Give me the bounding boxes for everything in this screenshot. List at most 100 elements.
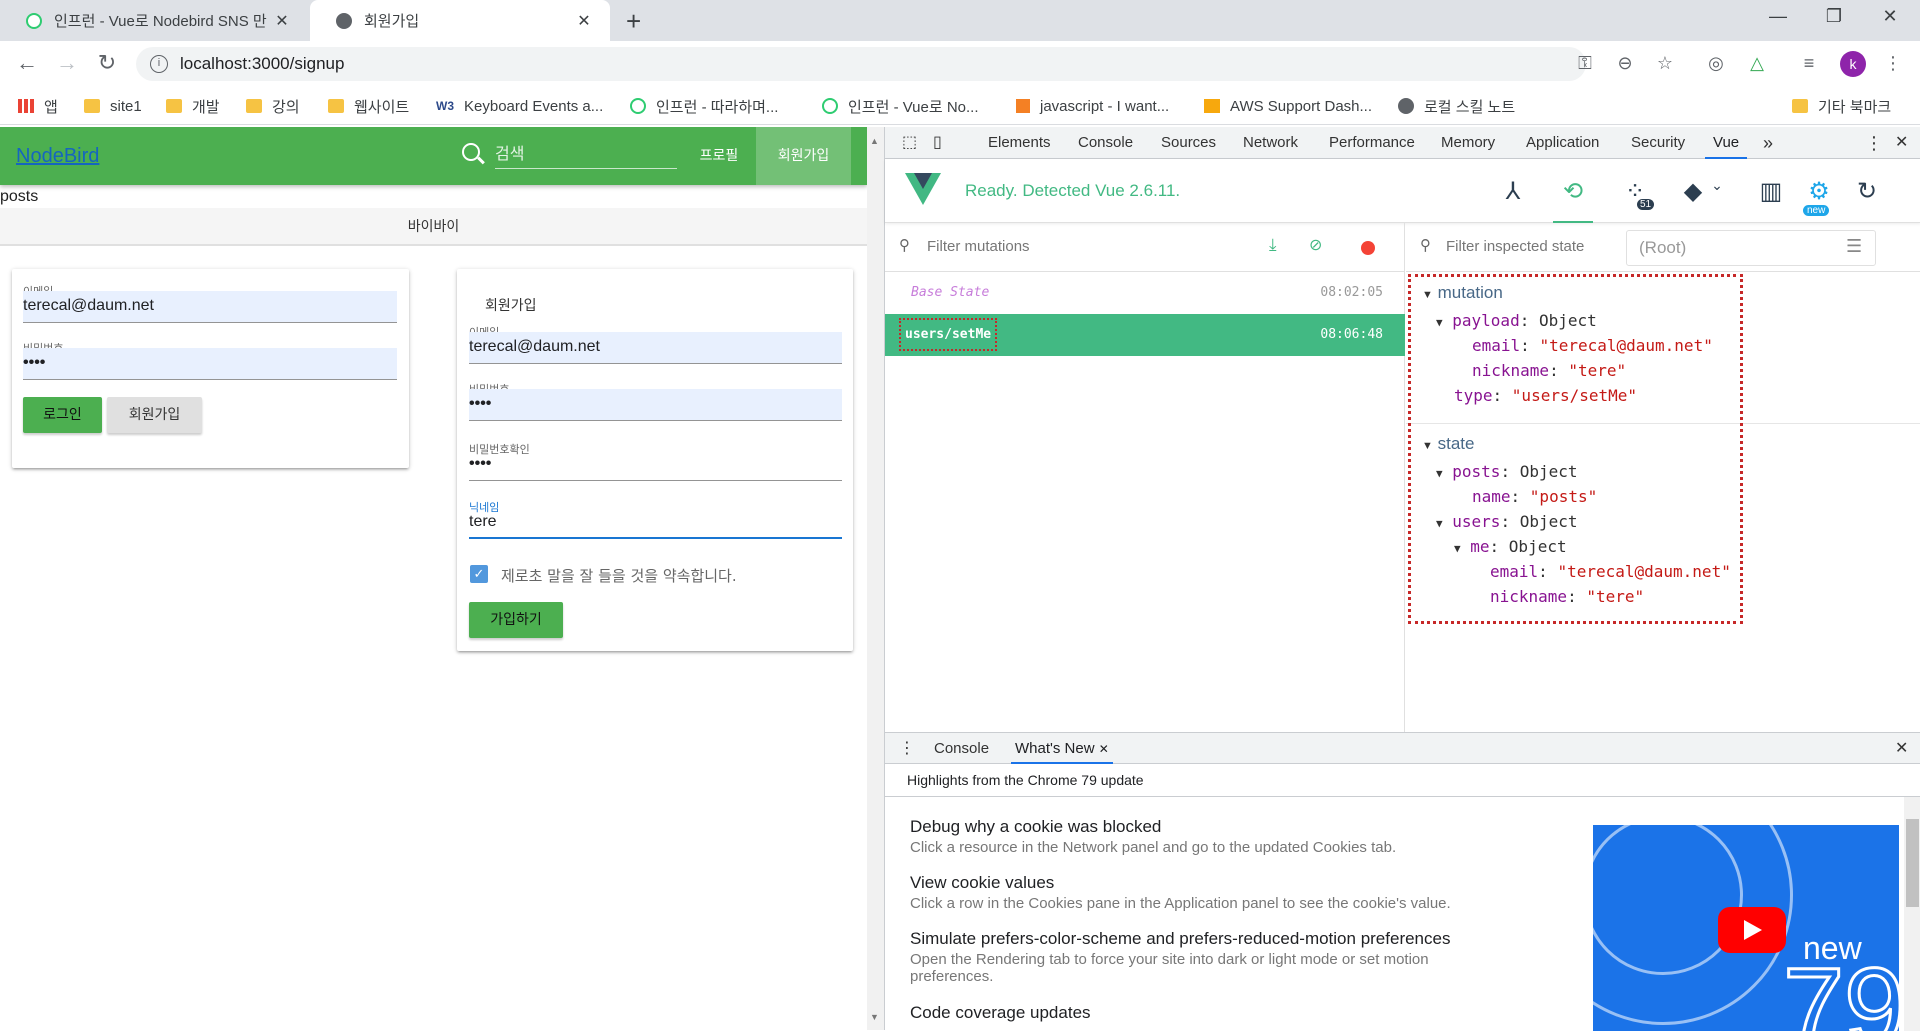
inspect-element-icon[interactable]: ⬚ [902,127,917,159]
login-email-field[interactable]: terecal@daum.net [23,291,397,323]
bookmark-other[interactable]: 기타 북마크 [1792,87,1891,125]
password-check-field[interactable]: •••• [469,449,842,481]
browser-tab-inflearn[interactable]: 인프런 - Vue로 Nodebird SNS 만 ✕ [0,0,308,41]
vuex-history-icon[interactable]: ⟲ [1553,177,1593,223]
star-icon[interactable]: ☆ [1652,53,1678,74]
nav-profile-button[interactable]: 프로필 [684,127,754,185]
signup-email-field[interactable]: terecal@daum.net [469,332,842,364]
more-tabs-icon[interactable]: » [1763,127,1773,159]
menu-icon[interactable]: ⋮ [1880,53,1906,74]
close-window-icon[interactable]: ✕ [1870,6,1910,27]
bookmark-link[interactable]: AWS Support Dash... [1204,87,1372,125]
record-icon[interactable] [1361,241,1375,255]
signup-button[interactable]: 회원가입 [107,397,202,433]
close-devtools-icon[interactable]: ✕ [1895,127,1908,159]
clear-icon[interactable]: ⊘ [1309,235,1322,255]
devtools-menu-icon[interactable]: ⋮ [1865,127,1883,159]
performance-icon[interactable]: ▥ [1751,177,1791,206]
download-icon[interactable]: ⤓ [1269,235,1277,255]
close-tab-icon[interactable]: ✕ [572,11,596,31]
device-toolbar-icon[interactable]: ▯ [933,127,942,159]
tab-sources[interactable]: Sources [1161,127,1216,159]
restore-icon[interactable]: ❐ [1814,6,1854,27]
address-bar[interactable]: i localhost:3000/signup [136,47,1586,81]
refresh-icon[interactable]: ↻ [1847,177,1887,206]
submit-signup-button[interactable]: 가입하기 [469,602,563,638]
page-scrollbar[interactable]: ▲ ▼ [867,127,884,1030]
mutation-row-base[interactable]: Base State 08:02:05 [885,272,1405,314]
tab-performance[interactable]: Performance [1329,127,1415,159]
tab-security[interactable]: Security [1631,127,1685,159]
bookmark-link[interactable]: 인프런 - Vue로 No... [822,87,979,125]
close-drawer-icon[interactable]: ✕ [1895,733,1908,764]
avatar[interactable]: k [1840,51,1866,77]
login-button[interactable]: 로그인 [23,397,102,433]
new-tab-icon[interactable]: + [626,6,641,37]
zoom-icon[interactable]: ⊖ [1612,53,1638,74]
feature-item[interactable]: Debug why a cookie was blocked Click a r… [910,817,1470,856]
nav-signup-button[interactable]: 회원가입 [756,127,851,185]
tab-elements[interactable]: Elements [988,127,1051,159]
close-tab-icon[interactable]: ✕ [270,11,294,31]
media-icon[interactable]: ≡ [1796,53,1822,74]
mutation-header[interactable]: ▼ mutation [1422,283,1503,303]
state-line[interactable]: ▼ payload: Object [1436,311,1597,330]
search-input[interactable] [495,139,677,169]
bookmark-link[interactable]: javascript - I want... [1016,87,1169,125]
state-line[interactable]: ▼ users: Object [1436,512,1578,531]
bookmark-folder[interactable]: site1 [84,87,142,125]
chevron-down-icon[interactable]: ⌄ [1697,177,1737,194]
components-icon[interactable]: ⅄ [1493,177,1533,206]
reload-icon[interactable]: ↻ [92,50,122,76]
login-password-field[interactable]: •••• [23,348,397,380]
drawer-scrollbar[interactable] [1904,797,1920,1031]
bookmark-link[interactable]: W3 Keyboard Events a... [436,87,603,125]
state-filter-input[interactable]: Filter inspected state [1446,238,1584,255]
scroll-up-icon[interactable]: ▲ [870,136,879,146]
back-icon[interactable]: ← [12,50,42,76]
chrome-79-promo-video[interactable]: new 79 [1593,825,1899,1031]
drawer-tab-console[interactable]: Console [934,733,989,764]
state-line: name: "posts" [1472,487,1598,506]
info-icon[interactable]: i [150,55,168,73]
settings-icon[interactable]: ⚙ [1799,177,1839,206]
tab-console[interactable]: Console [1078,127,1133,159]
minimize-icon[interactable]: — [1758,6,1798,27]
scroll-thumb[interactable] [1906,819,1919,907]
bookmark-folder[interactable]: 개발 [166,87,220,125]
mutation-row-active[interactable]: users/setMe 08:06:48 [885,314,1405,356]
filter-icon[interactable]: ☰ [1846,236,1862,257]
state-line[interactable]: ▼ posts: Object [1436,462,1578,481]
mutation-filter-input[interactable]: Filter mutations [927,238,1030,255]
extension-icon[interactable]: ◎ [1703,53,1729,74]
brand-link[interactable]: NodeBird [16,145,99,168]
feature-item[interactable]: Code coverage updates [910,1003,1470,1023]
feature-item[interactable]: Simulate prefers-color-scheme and prefer… [910,929,1470,985]
key-icon[interactable]: ⚿ [1572,53,1598,74]
play-button[interactable] [1718,907,1786,953]
state-header[interactable]: ▼ state [1422,434,1474,454]
close-tab-icon[interactable]: ✕ [1099,742,1109,756]
bookmark-folder[interactable]: 강의 [246,87,300,125]
drawer-menu-icon[interactable]: ⋮ [899,733,915,764]
bookmark-link[interactable]: 로컬 스킬 노트 [1398,87,1515,125]
browser-tab-signup[interactable]: 회원가입 ✕ [310,0,610,41]
bookmark-apps[interactable]: 앱 [18,87,58,125]
forward-icon[interactable]: → [52,50,82,76]
scroll-down-icon[interactable]: ▼ [870,1012,879,1022]
drive-icon[interactable]: △ [1744,53,1770,74]
tab-memory[interactable]: Memory [1441,127,1495,159]
bookmark-link[interactable]: 인프런 - 따라하며... [630,87,778,125]
tab-application[interactable]: Application [1526,127,1599,159]
drawer-tab-whats-new[interactable]: What's New ✕ [1011,733,1113,764]
nickname-field[interactable]: tere [469,507,842,539]
feature-item[interactable]: View cookie values Click a row in the Co… [910,873,1470,912]
signup-password-field[interactable]: •••• [469,389,842,421]
root-select[interactable]: (Root) [1626,230,1876,266]
bye-button[interactable]: 바이바이 [0,208,867,246]
terms-checkbox[interactable]: ✓ [470,565,488,583]
bookmark-folder[interactable]: 웹사이트 [328,87,409,125]
tab-network[interactable]: Network [1243,127,1298,159]
state-line[interactable]: ▼ me: Object [1454,537,1567,556]
tab-vue[interactable]: Vue [1705,127,1748,159]
